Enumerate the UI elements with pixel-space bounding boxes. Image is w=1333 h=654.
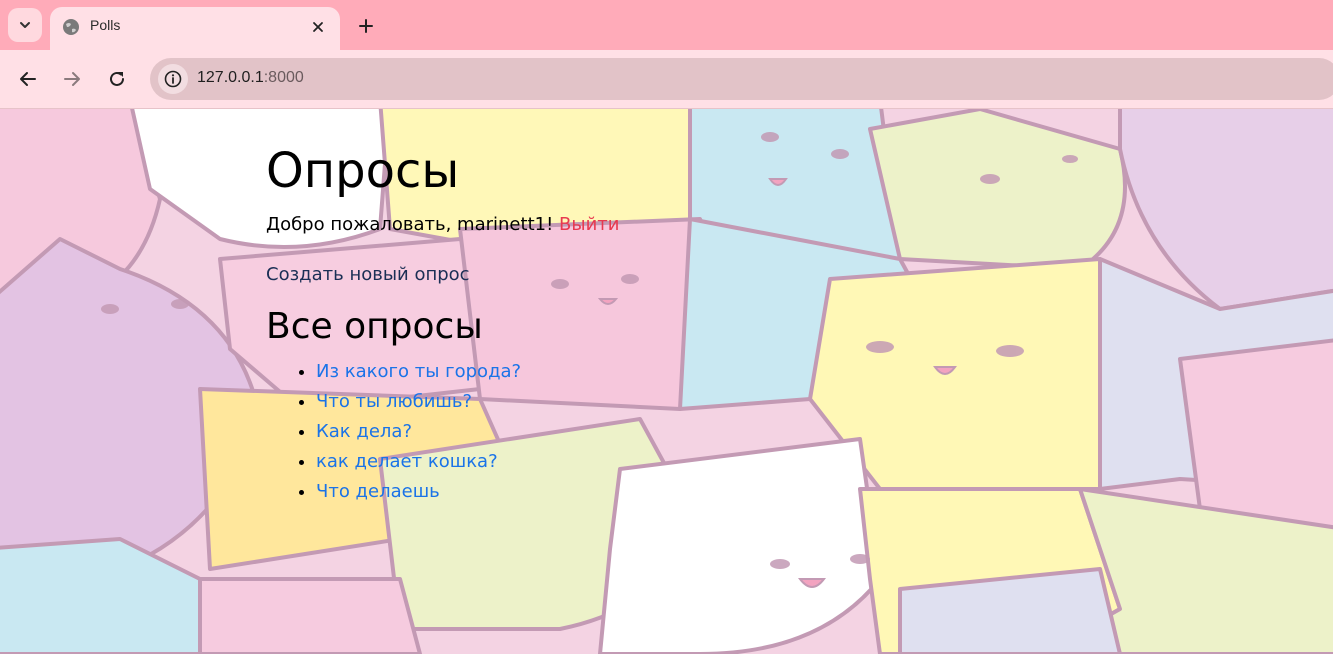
back-button[interactable] — [13, 64, 43, 94]
section-title: Все опросы — [266, 306, 483, 347]
main-content: Опросы Добро пожаловать, marinett1! Выйт… — [266, 139, 966, 507]
poll-list: Из какого ты города? Что ты любишь? Как … — [266, 357, 966, 507]
list-item: Из какого ты города? — [316, 357, 966, 387]
create-poll-link[interactable]: Создать новый опрос — [266, 263, 470, 287]
reload-icon — [110, 71, 124, 86]
list-item: Что делаешь — [316, 477, 966, 507]
tab-list-button[interactable] — [8, 8, 42, 42]
logout-link[interactable]: Выйти — [559, 214, 619, 235]
tab-close-button[interactable] — [306, 15, 330, 39]
site-info-button[interactable] — [158, 64, 188, 94]
poll-link[interactable]: Что ты любишь? — [316, 391, 472, 412]
address-bar[interactable]: 127.0.0.1:8000 — [150, 58, 1333, 100]
welcome-message: Добро пожаловать, marinett1! Выйти — [266, 213, 966, 237]
info-icon — [164, 70, 182, 88]
poll-link[interactable]: Как дела? — [316, 421, 412, 442]
list-item: как делает кошка? — [316, 447, 966, 477]
reload-button[interactable] — [102, 64, 132, 94]
forward-arrow-icon — [64, 72, 80, 86]
page-viewport: Опросы Добро пожаловать, marinett1! Выйт… — [0, 109, 1333, 654]
poll-link[interactable]: как делает кошка? — [316, 451, 498, 472]
forward-button[interactable] — [57, 64, 87, 94]
url-text: 127.0.0.1:8000 — [197, 69, 304, 86]
active-tab[interactable]: Polls — [50, 7, 340, 50]
globe-icon — [63, 19, 79, 35]
welcome-text: Добро пожаловать, marinett1! — [266, 214, 554, 235]
back-arrow-icon — [20, 72, 36, 86]
browser-tab-bar: Polls — [0, 0, 1333, 50]
new-tab-button[interactable] — [352, 12, 380, 40]
tab-title: Polls — [90, 17, 121, 33]
poll-link[interactable]: Из какого ты города? — [316, 361, 521, 382]
plus-icon — [359, 19, 373, 33]
poll-link[interactable]: Что делаешь — [316, 481, 440, 502]
close-icon — [313, 22, 323, 32]
list-item: Что ты любишь? — [316, 387, 966, 417]
browser-toolbar: 127.0.0.1:8000 — [0, 50, 1333, 109]
chevron-down-icon — [20, 22, 30, 28]
page-title: Опросы — [266, 143, 460, 199]
list-item: Как дела? — [316, 417, 966, 447]
